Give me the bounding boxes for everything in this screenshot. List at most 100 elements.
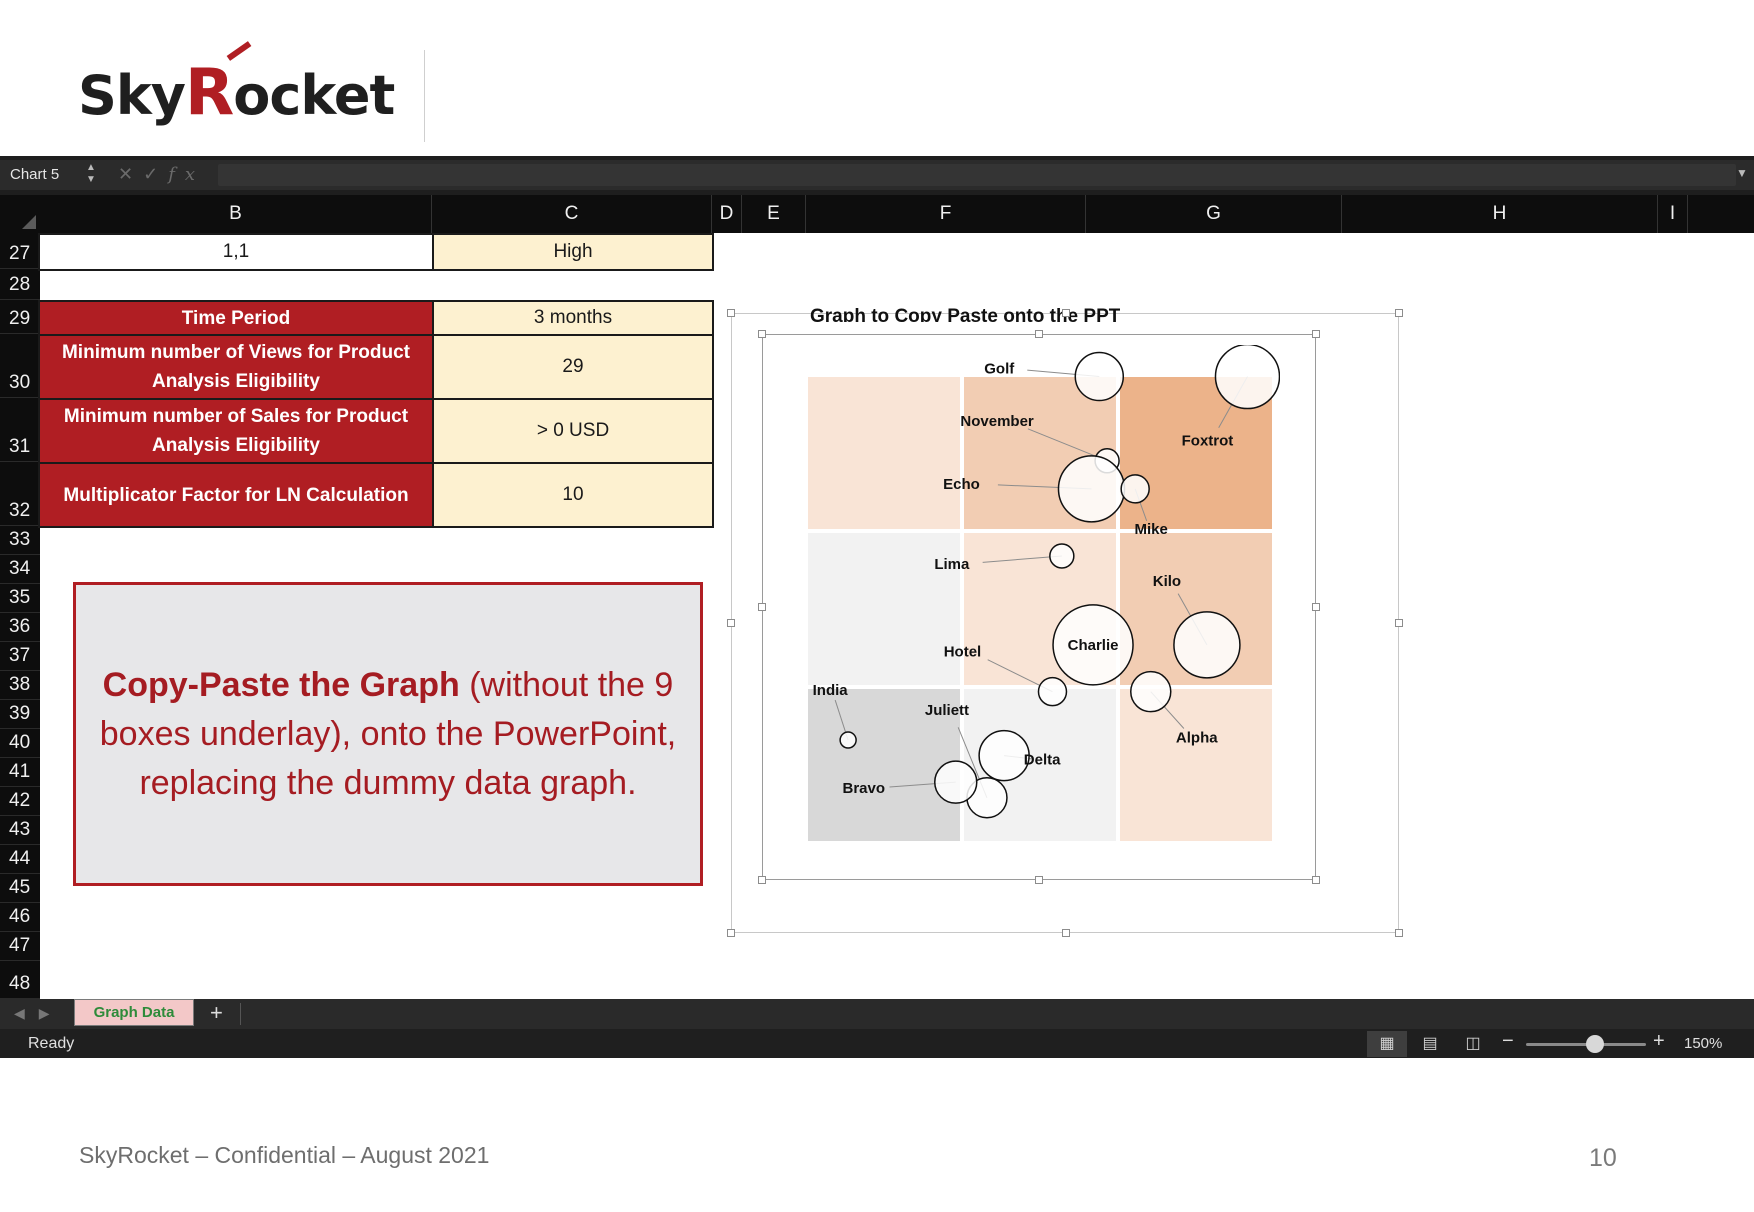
row-header[interactable]: 29 xyxy=(0,300,40,334)
bubble-chart[interactable]: Golf Foxtrot November Echo Mike Lima Kilo Charl… xyxy=(800,345,1280,845)
plot-handle[interactable] xyxy=(758,603,766,611)
row-header[interactable]: 36 xyxy=(0,613,40,642)
plot-handle[interactable] xyxy=(1312,876,1320,884)
bubble-india[interactable] xyxy=(839,731,857,749)
resize-handle[interactable] xyxy=(727,309,735,317)
chart-title[interactable]: Graph to Copy Paste onto the PPT xyxy=(810,304,1120,322)
row-header[interactable]: 33 xyxy=(0,526,40,555)
resize-handle[interactable] xyxy=(1395,929,1403,937)
row-header[interactable]: 48 xyxy=(0,961,40,999)
row-header[interactable]: 39 xyxy=(0,700,40,729)
cell-c32[interactable]: 10 xyxy=(432,462,714,528)
plot-handle[interactable] xyxy=(758,876,766,884)
bubble-label: Mike xyxy=(1134,521,1167,538)
cell-b31[interactable]: Minimum number of Sales for Product Anal… xyxy=(38,398,434,464)
resize-handle[interactable] xyxy=(1395,309,1403,317)
column-header-g[interactable]: G xyxy=(1086,195,1342,233)
bubble-hotel[interactable] xyxy=(1037,676,1068,707)
bubble-delta[interactable] xyxy=(978,729,1030,782)
bubble-label: Bravo xyxy=(842,780,885,797)
bubble-echo[interactable] xyxy=(1057,455,1126,523)
normal-view-icon[interactable]: ▦ xyxy=(1367,1031,1407,1057)
row-header[interactable]: 37 xyxy=(0,642,40,671)
row-header[interactable]: 28 xyxy=(0,269,40,300)
plot-handle[interactable] xyxy=(1312,603,1320,611)
sheet-tab-bar xyxy=(0,999,1754,1029)
cell-c27[interactable]: High xyxy=(432,233,714,271)
bubble-label: Charlie xyxy=(1068,637,1119,654)
column-header-f[interactable]: F xyxy=(806,195,1086,233)
column-header-h[interactable]: H xyxy=(1342,195,1658,233)
row-header[interactable]: 34 xyxy=(0,555,40,584)
bubble-bravo[interactable] xyxy=(934,760,978,804)
cell-b32[interactable]: Multiplicator Factor for LN Calculation xyxy=(38,462,434,528)
row-header[interactable]: 44 xyxy=(0,845,40,874)
plot-handle[interactable] xyxy=(758,330,766,338)
row-header[interactable]: 27 xyxy=(0,233,40,269)
zoom-level[interactable]: 150% xyxy=(1684,1035,1722,1052)
column-header-d[interactable]: D xyxy=(712,195,742,233)
plot-handle[interactable] xyxy=(1312,330,1320,338)
column-header-b[interactable]: B xyxy=(40,195,432,233)
zoom-slider-thumb[interactable] xyxy=(1586,1035,1604,1053)
bubble-label: Foxtrot xyxy=(1182,433,1234,450)
bubble-golf[interactable] xyxy=(1074,351,1125,402)
zoom-out-button[interactable]: − xyxy=(1502,1030,1514,1053)
resize-handle[interactable] xyxy=(1395,619,1403,627)
row-header[interactable]: 31 xyxy=(0,398,40,462)
row-header[interactable]: 41 xyxy=(0,758,40,787)
sheet-nav-arrows-icon[interactable]: ◀▶ xyxy=(14,1005,64,1022)
resize-handle[interactable] xyxy=(727,929,735,937)
bubble-lima[interactable] xyxy=(1049,543,1075,569)
cell-b30[interactable]: Minimum number of Views for Product Anal… xyxy=(38,334,434,400)
formula-icons: ✕✓fx xyxy=(118,164,205,185)
plot-handle[interactable] xyxy=(1035,330,1043,338)
instruction-note[interactable]: Copy-Paste the Graph (without the 9 boxe… xyxy=(73,582,703,886)
resize-handle[interactable] xyxy=(1062,929,1070,937)
column-header-blank xyxy=(1688,195,1754,233)
zoom-in-button[interactable]: + xyxy=(1653,1030,1665,1053)
bubble-kilo[interactable] xyxy=(1173,611,1241,679)
quadrant-box xyxy=(808,377,960,529)
column-header-e[interactable]: E xyxy=(742,195,806,233)
quadrant-box xyxy=(1120,689,1272,841)
bubble-alpha[interactable] xyxy=(1130,670,1172,713)
plot-handle[interactable] xyxy=(1035,876,1043,884)
column-header-i[interactable]: I xyxy=(1658,195,1688,233)
page-layout-view-icon[interactable]: ▤ xyxy=(1410,1031,1450,1057)
select-all-icon xyxy=(22,215,36,229)
page-break-view-icon[interactable]: ◫ xyxy=(1453,1031,1493,1057)
row-header[interactable]: 45 xyxy=(0,874,40,903)
bubble-label: Delta xyxy=(1024,752,1061,769)
row-header[interactable]: 30 xyxy=(0,334,40,398)
status-ready: Ready xyxy=(28,1035,75,1052)
resize-handle[interactable] xyxy=(727,619,735,627)
cell-c29[interactable]: 3 months xyxy=(432,300,714,336)
add-sheet-button[interactable]: + xyxy=(210,1000,223,1026)
bubble-label: Alpha xyxy=(1176,730,1218,747)
column-header-c[interactable]: C xyxy=(432,195,712,233)
resize-handle[interactable] xyxy=(1062,309,1070,317)
row-header[interactable]: 46 xyxy=(0,903,40,932)
row-header[interactable]: 42 xyxy=(0,787,40,816)
cell-c31[interactable]: > 0 USD xyxy=(432,398,714,464)
cell-c30[interactable]: 29 xyxy=(432,334,714,400)
bubble-foxtrot[interactable] xyxy=(1214,345,1280,410)
row-header[interactable]: 38 xyxy=(0,671,40,700)
sheet-tab-graph-data[interactable]: Graph Data xyxy=(74,999,194,1026)
formula-input[interactable] xyxy=(218,164,1736,186)
cell-b27[interactable]: 1,1 xyxy=(38,233,434,271)
name-box[interactable]: Chart 5 xyxy=(10,166,59,183)
bubble-mike[interactable] xyxy=(1120,474,1150,504)
enter-icon: ✓ xyxy=(143,164,169,184)
row-header[interactable]: 35 xyxy=(0,584,40,613)
skyrocket-logo: SkyRocket xyxy=(78,41,398,138)
bubble-label: Echo xyxy=(943,476,980,493)
row-header[interactable]: 32 xyxy=(0,462,40,526)
row-header[interactable]: 47 xyxy=(0,932,40,961)
row-header[interactable]: 43 xyxy=(0,816,40,845)
cell-b29[interactable]: Time Period xyxy=(38,300,434,336)
formula-expand-icon[interactable]: ▼ xyxy=(1736,166,1748,180)
name-box-stepper-icon[interactable]: ▲ ▼ xyxy=(86,162,96,186)
row-header[interactable]: 40 xyxy=(0,729,40,758)
